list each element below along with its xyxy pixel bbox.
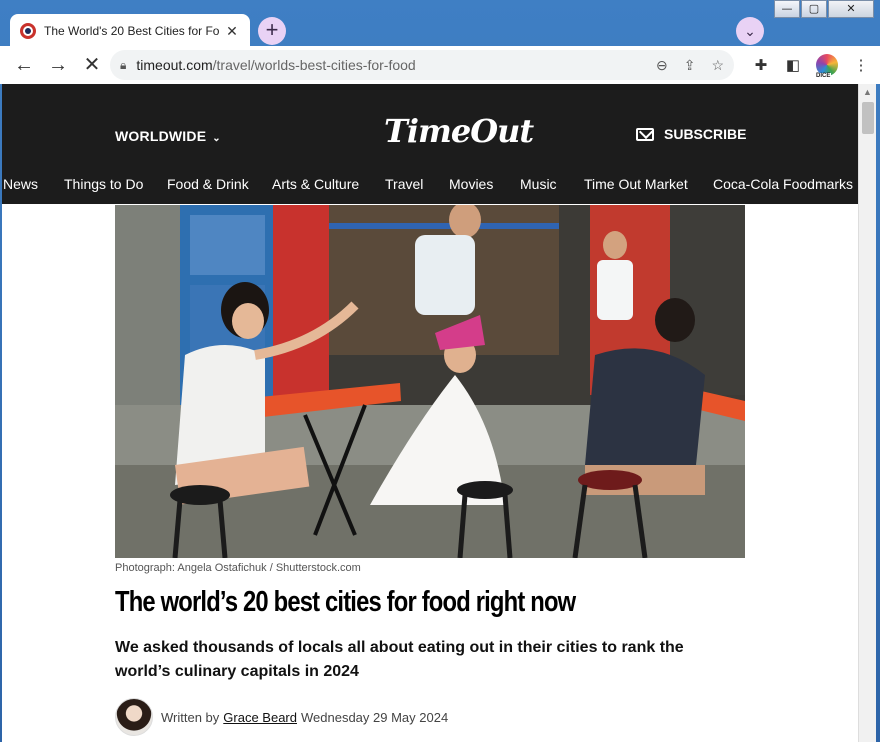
scrollbar-thumb[interactable] (862, 102, 874, 134)
author-avatar[interactable] (115, 698, 153, 736)
new-tab-button[interactable]: + (258, 17, 286, 45)
url-text: timeout.com/travel/worlds-best-cities-fo… (136, 57, 415, 73)
tab-title: The World's 20 Best Cities for Food (44, 24, 220, 38)
nav-item-coca-cola-foodmarks[interactable]: Coca-Cola Foodmarks (713, 176, 853, 192)
subscribe-button[interactable]: SUBSCRIBE (636, 126, 746, 142)
article-headline: The world’s 20 best cities for food righ… (115, 586, 576, 618)
region-label: WORLDWIDE (115, 128, 207, 144)
timeout-favicon-icon (20, 23, 36, 39)
url-domain: timeout.com (136, 57, 213, 73)
author-link[interactable]: Grace Beard (223, 710, 297, 725)
bookmark-star-icon[interactable]: ☆ (711, 57, 724, 74)
chevron-down-icon: ⌄ (212, 133, 221, 144)
nav-item-food-drink[interactable]: Food & Drink (167, 176, 249, 192)
address-bar[interactable]: 🔒︎ timeout.com/travel/worlds-best-cities… (110, 50, 734, 80)
byline: Written by Grace Beard Wednesday 29 May … (115, 698, 448, 736)
nav-item-movies[interactable]: Movies (449, 176, 493, 192)
zoom-icon[interactable]: ⊖ (656, 57, 668, 74)
street-food-photo-illustration (115, 205, 745, 558)
share-icon[interactable]: ⇪ (684, 57, 696, 74)
nav-item-travel[interactable]: Travel (385, 176, 423, 192)
menu-kebab-icon[interactable]: ⋮ (852, 56, 870, 74)
nav-item-time-out-market[interactable]: Time Out Market (584, 176, 688, 192)
photo-caption: Photograph: Angela Ostafichuk / Shutters… (115, 562, 361, 574)
scroll-up-arrow-icon[interactable]: ▲ (859, 84, 876, 100)
site-header: WORLDWIDE ⌄ TimeOut SUBSCRIBE News Things… (2, 84, 858, 204)
tab-strip: The World's 20 Best Cities for Food ✕ + … (0, 8, 880, 48)
nav-item-music[interactable]: Music (520, 176, 557, 192)
written-by-label: Written by (161, 709, 220, 725)
browser-toolbar: ← → ✕ 🔒︎ timeout.com/travel/worlds-best-… (0, 46, 880, 84)
dice-extension-label: DICE (815, 73, 832, 79)
extensions-puzzle-icon[interactable]: ✚ (752, 56, 770, 74)
stop-loading-button[interactable]: ✕ (76, 49, 108, 81)
region-selector[interactable]: WORLDWIDE ⌄ (115, 128, 221, 144)
back-button[interactable]: ← (8, 49, 40, 81)
dice-extension-icon[interactable]: DICE (815, 54, 838, 79)
tab-search-button[interactable]: ⌄ (736, 17, 764, 45)
timeout-logo[interactable]: TimeOut (384, 112, 534, 150)
nav-item-things-to-do[interactable]: Things to Do (64, 176, 143, 192)
page-scrollbar[interactable]: ▲ (858, 84, 876, 742)
article-standfirst: We asked thousands of locals all about e… (115, 639, 684, 680)
side-panel-icon[interactable]: ◧ (784, 56, 802, 74)
web-page: WORLDWIDE ⌄ TimeOut SUBSCRIBE News Things… (2, 84, 858, 742)
tab-close-icon[interactable]: ✕ (224, 23, 240, 40)
publish-date: Wednesday 29 May 2024 (300, 709, 449, 725)
url-path: /travel/worlds-best-cities-for-food (212, 57, 416, 73)
mail-icon (636, 127, 654, 141)
subscribe-label: SUBSCRIBE (664, 126, 747, 142)
nav-item-news[interactable]: News (3, 176, 38, 192)
browser-tab[interactable]: The World's 20 Best Cities for Food ✕ (10, 14, 250, 48)
nav-item-arts-culture[interactable]: Arts & Culture (272, 176, 359, 192)
main-nav: News Things to Do Food & Drink Arts & Cu… (2, 176, 858, 198)
lock-icon: 🔒︎ (120, 57, 127, 72)
forward-button[interactable]: → (42, 49, 74, 81)
hero-photo (115, 205, 745, 558)
